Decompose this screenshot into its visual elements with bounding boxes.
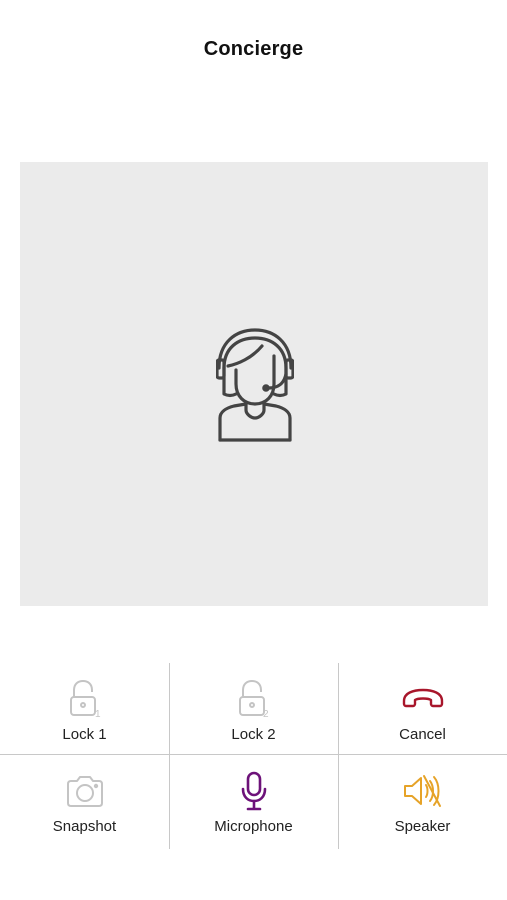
lock-2-label: Lock 2 <box>231 726 276 743</box>
microphone-button[interactable]: Microphone <box>169 755 338 847</box>
microphone-label: Microphone <box>214 818 293 835</box>
speaker-muted-icon <box>403 775 441 807</box>
hang-up-icon <box>402 688 443 708</box>
cancel-button[interactable]: Cancel <box>338 663 507 755</box>
svg-text:1: 1 <box>95 709 101 719</box>
svg-text:2: 2 <box>263 709 269 719</box>
camera-icon <box>66 776 103 807</box>
lock-2-button[interactable]: 2 Lock 2 <box>169 663 338 755</box>
call-controls: 1 Lock 1 2 Lock 2 Cancel Snapshot Microp… <box>0 663 507 849</box>
lock-1-label: Lock 1 <box>62 726 107 743</box>
snapshot-button[interactable]: Snapshot <box>0 755 169 847</box>
microphone-icon <box>241 771 266 811</box>
snapshot-label: Snapshot <box>52 818 117 835</box>
speaker-button[interactable]: Speaker <box>338 755 507 847</box>
concierge-headset-icon <box>216 328 294 442</box>
unlock-1-icon: 1 <box>69 679 101 719</box>
video-panel <box>20 162 488 606</box>
lock-1-button[interactable]: 1 Lock 1 <box>0 663 169 755</box>
unlock-2-icon: 2 <box>238 679 269 719</box>
cancel-label: Cancel <box>399 726 446 743</box>
speaker-label: Speaker <box>394 818 451 835</box>
page-title: Concierge <box>203 38 304 60</box>
